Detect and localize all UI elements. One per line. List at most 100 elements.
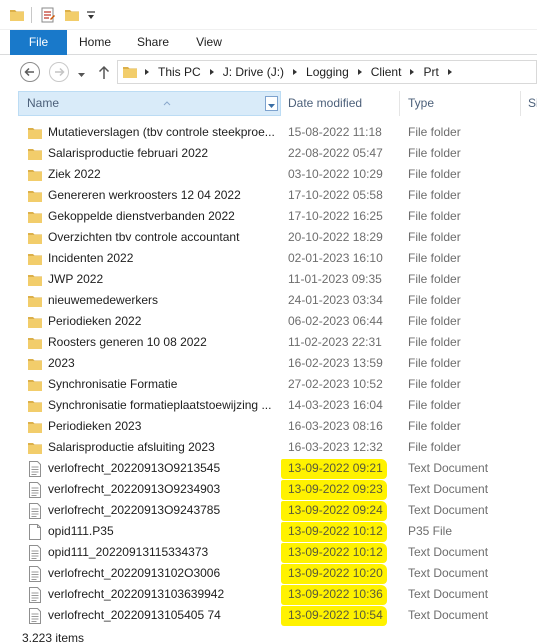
column-header-name[interactable]: Name [18,91,281,116]
file-name[interactable]: Periodieken 2023 [48,416,278,437]
tab-file[interactable]: File [10,30,67,55]
folder-row[interactable]: JWP 2022 11-01-2023 09:35 File folder [0,269,537,290]
file-row[interactable]: opid111_20220913115334373 13-09-2022 10:1… [0,542,537,563]
file-name[interactable]: Incidenten 2022 [48,248,278,269]
customize-dropdown-icon[interactable] [86,9,96,21]
column-header-date-modified[interactable]: Date modified [282,91,400,116]
file-row[interactable]: verlofrecht_20220913102O3006 13-09-2022 1… [0,563,537,584]
forward-arrow-icon [55,67,65,77]
file-name[interactable]: verlofrecht_20220913105405 74 [48,605,278,626]
file-name[interactable]: verlofrecht_20220913O9243785 [48,500,278,521]
file-name[interactable]: verlofrecht_20220913102O3006 [48,563,278,584]
file-date-modified: 24-01-2023 03:34 [288,293,383,307]
folder-icon [28,419,42,435]
tab-share[interactable]: Share [128,30,178,55]
file-date-modified: 16-02-2023 13:59 [288,356,383,370]
folder-row[interactable]: 2023 16-02-2023 13:59 File folder [0,353,537,374]
file-type: File folder [408,440,461,454]
recent-locations-chevron-down-icon[interactable] [77,68,86,77]
new-folder-icon[interactable] [64,7,80,23]
file-date-modified: 17-10-2022 16:25 [288,209,383,223]
folder-row[interactable]: Mutatieverslagen (tbv controle steekproe… [0,122,537,143]
file-name[interactable]: verlofrecht_20220913103639942 [48,584,278,605]
chevron-right-icon[interactable] [443,61,457,83]
folder-row[interactable]: Incidenten 2022 02-01-2023 16:10 File fold… [0,248,537,269]
file-date-modified: 22-08-2022 05:47 [288,146,383,160]
folder-row[interactable]: Periodieken 2022 06-02-2023 06:44 File fol… [0,311,537,332]
file-name[interactable]: Roosters generen 10 08 2022 [48,332,278,353]
column-header-type[interactable]: Type [401,91,521,116]
folder-row[interactable]: Periodieken 2023 16-03-2023 08:16 File fol… [0,416,537,437]
breadcrumb-prt[interactable]: Prt [419,65,442,79]
file-name[interactable]: Mutatieverslagen (tbv controle steekproe… [48,122,278,143]
file-type: File folder [408,377,461,391]
folder-icon[interactable] [9,7,25,23]
file-row[interactable]: verlofrecht_20220913105405 74 13-09-2022 … [0,605,537,626]
file-row[interactable]: verlofrecht_20220913O9243785 13-09-2022 0… [0,500,537,521]
file-date-modified: 06-02-2023 06:44 [288,314,383,328]
folder-row[interactable]: Gekoppelde dienstverbanden 2022 17-10-202… [0,206,537,227]
file-name[interactable]: Gekoppelde dienstverbanden 2022 [48,206,278,227]
file-row[interactable]: verlofrecht_20220913O9234903 13-09-2022 0… [0,479,537,500]
file-name[interactable]: Synchronisatie formatieplaatstoewijzing … [48,395,278,416]
folder-icon [28,167,42,183]
file-name[interactable]: Genereren werkroosters 12 04 2022 [48,185,278,206]
breadcrumb-logging[interactable]: Logging [302,65,353,79]
folder-row[interactable]: Synchronisatie formatieplaatstoewijzing … [0,395,537,416]
column-filter-dropdown[interactable] [265,96,278,111]
text-document-icon [28,482,42,498]
file-list: Mutatieverslagen (tbv controle steekproe… [0,122,537,626]
column-headers: Name Date modified Type Si [0,91,537,116]
file-name[interactable]: opid111.P35 [48,521,278,542]
file-name[interactable]: Overzichten tbv controle accountant [48,227,278,248]
folder-row[interactable]: Salarisproductie afsluiting 2023 16-03-20… [0,437,537,458]
folder-row[interactable]: Salarisproductie februari 2022 22-08-2022… [0,143,537,164]
file-name[interactable]: verlofrecht_20220913O9213545 [48,458,278,479]
folder-row[interactable]: Overzichten tbv controle accountant 20-10… [0,227,537,248]
file-type: File folder [408,419,461,433]
breadcrumb-client[interactable]: Client [367,65,406,79]
folder-row[interactable]: Genereren werkroosters 12 04 2022 17-10-2… [0,185,537,206]
file-row[interactable]: verlofrecht_20220913O9213545 13-09-2022 0… [0,458,537,479]
folder-row[interactable]: Ziek 2022 03-10-2022 10:29 File folder [0,164,537,185]
file-name[interactable]: opid111_20220913115334373 [48,542,278,563]
properties-icon[interactable] [40,7,56,23]
file-type: File folder [408,398,461,412]
sort-ascending-icon [163,91,171,114]
column-header-size[interactable]: Si [522,91,537,116]
folder-row[interactable]: nieuwemedewerkers 24-01-2023 03:34 File fo… [0,290,537,311]
text-document-icon [28,545,42,561]
chevron-right-icon[interactable] [140,61,154,83]
file-name[interactable]: Salarisproductie februari 2022 [48,143,278,164]
file-date-modified: 11-02-2023 22:31 [288,335,382,349]
forward-button[interactable] [49,62,69,82]
file-type: File folder [408,125,461,139]
file-name[interactable]: nieuwemedewerkers [48,290,278,311]
file-name[interactable]: 2023 [48,353,278,374]
tab-home[interactable]: Home [70,30,120,55]
chevron-right-icon[interactable] [205,61,219,83]
folder-row[interactable]: Roosters generen 10 08 2022 11-02-2023 22… [0,332,537,353]
breadcrumb-this-pc[interactable]: This PC [154,65,205,79]
toolbar-separator [31,7,32,23]
breadcrumb-j-drive[interactable]: J: Drive (J:) [219,65,288,79]
file-row[interactable]: opid111.P35 13-09-2022 10:12 P35 File [0,521,537,542]
chevron-right-icon[interactable] [288,61,302,83]
address-bar[interactable]: This PC J: Drive (J:) Logging Client Prt [117,60,537,84]
folder-row[interactable]: Synchronisatie Formatie 27-02-2023 10:52 F… [0,374,537,395]
chevron-right-icon[interactable] [405,61,419,83]
file-name[interactable]: Ziek 2022 [48,164,278,185]
up-arrow-icon[interactable] [97,64,111,80]
file-name[interactable]: Synchronisatie Formatie [48,374,278,395]
file-type: File folder [408,251,461,265]
file-date-modified: 11-01-2023 09:35 [288,272,382,286]
file-name[interactable]: verlofrecht_20220913O9234903 [48,479,278,500]
back-button[interactable] [20,62,40,82]
folder-icon [28,335,42,351]
tab-view[interactable]: View [186,30,232,55]
file-name[interactable]: Salarisproductie afsluiting 2023 [48,437,278,458]
file-name[interactable]: JWP 2022 [48,269,278,290]
file-row[interactable]: verlofrecht_20220913103639942 13-09-2022 … [0,584,537,605]
chevron-right-icon[interactable] [353,61,367,83]
file-name[interactable]: Periodieken 2022 [48,311,278,332]
